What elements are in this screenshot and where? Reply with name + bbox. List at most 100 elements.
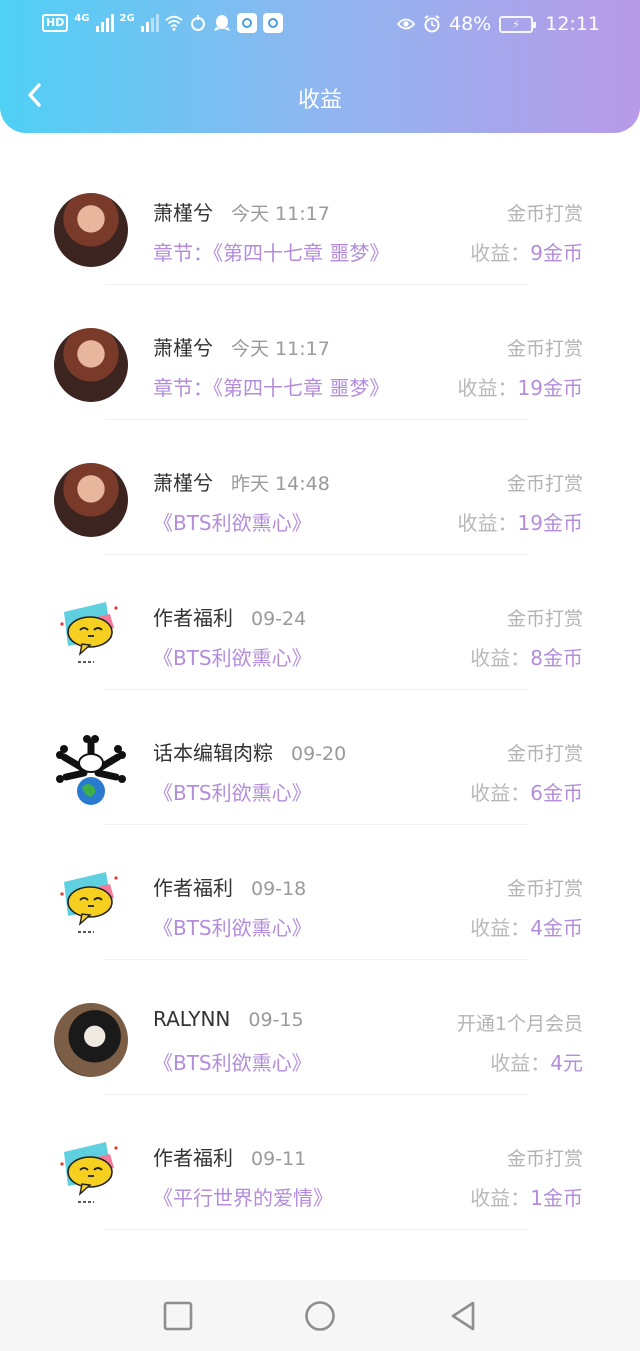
item-header: 萧槿兮 昨天 14:48 — [153, 467, 330, 496]
earnings-list: 萧槿兮 今天 11:17 金币打赏 章节：《第四十七章 噩梦》 收益：9金币 萧… — [0, 150, 640, 1230]
sync-icon — [189, 14, 207, 32]
list-item[interactable]: 作者福利 09-24 金币打赏 《BTS利欲熏心》 收益：8金币 — [0, 555, 640, 690]
signal-icon — [95, 14, 114, 32]
page-title: 收益 — [297, 88, 342, 113]
user-name: 话本编辑肉粽 — [153, 741, 273, 765]
status-left: HD 4G 2G — [42, 13, 283, 33]
earning-type: 金币打赏 — [506, 203, 583, 225]
user-name: 作者福利 — [153, 606, 233, 630]
user-name: 作者福利 — [153, 876, 233, 900]
user-name: 萧槿兮 — [153, 471, 213, 495]
item-header: 作者福利 09-24 — [153, 602, 306, 631]
book-title: 《BTS利欲熏心》 — [153, 781, 312, 805]
list-item[interactable]: 萧槿兮 今天 11:17 金币打赏 章节：《第四十七章 噩梦》 收益：19金币 — [0, 285, 640, 420]
network-4g-label: 4G — [74, 13, 90, 24]
item-time: 09-20 — [291, 743, 347, 765]
item-time: 今天 11:17 — [231, 203, 330, 225]
item-header: 作者福利 09-11 — [153, 1142, 306, 1171]
status-right: 48% ⚡ 12:11 — [397, 13, 600, 35]
earning-label: 收益： — [470, 241, 531, 265]
user-name: 萧槿兮 — [153, 201, 213, 225]
clock: 12:11 — [545, 13, 600, 35]
earning-amount: 收益：4金币 — [470, 912, 583, 941]
item-time: 09-18 — [251, 878, 307, 900]
earning-label: 收益： — [457, 511, 518, 535]
earning-value: 19金币 — [517, 511, 583, 535]
avatar — [54, 1138, 128, 1212]
earning-label: 收益： — [470, 781, 531, 805]
book-title: 《BTS利欲熏心》 — [153, 916, 312, 940]
earning-value: 9金币 — [530, 241, 583, 265]
chat-bubble-sticker-icon — [60, 1142, 118, 1203]
earning-label: 收益： — [457, 376, 518, 400]
earning-value: 1金币 — [530, 1186, 583, 1210]
book-title: 《BTS利欲熏心》 — [153, 1051, 312, 1075]
list-item[interactable]: 话本编辑肉粽 09-20 金币打赏 《BTS利欲熏心》 收益：6金币 — [0, 690, 640, 825]
book-title: 章节：《第四十七章 噩梦》 — [153, 376, 390, 400]
recent-apps-icon — [163, 1301, 193, 1331]
earning-type: 金币打赏 — [506, 473, 583, 495]
hd-badge: HD — [42, 14, 69, 32]
earning-value: 6金币 — [530, 781, 583, 805]
earning-type: 金币打赏 — [506, 1148, 583, 1170]
earning-type: 金币打赏 — [506, 878, 583, 900]
list-item[interactable]: 萧槿兮 昨天 14:48 金币打赏 《BTS利欲熏心》 收益：19金币 — [0, 420, 640, 555]
earning-amount: 收益：6金币 — [470, 777, 583, 806]
item-time: 09-24 — [251, 608, 307, 630]
eye-icon — [397, 15, 415, 33]
earning-label: 收益： — [470, 646, 531, 670]
divider — [105, 1229, 528, 1230]
item-header: 话本编辑肉粽 09-20 — [153, 737, 346, 766]
home-icon — [305, 1301, 335, 1331]
chat-bubble-sticker-icon — [60, 602, 118, 663]
chat-bubble-sticker-icon — [60, 872, 118, 933]
earning-type: 金币打赏 — [506, 338, 583, 360]
earning-value: 4元 — [550, 1051, 583, 1075]
item-header: 萧槿兮 今天 11:17 — [153, 197, 330, 226]
user-name: 萧槿兮 — [153, 336, 213, 360]
item-header: 萧槿兮 今天 11:17 — [153, 332, 330, 361]
book-title: 《平行世界的爱情》 — [153, 1186, 333, 1210]
battery-percent: 48% — [449, 13, 492, 35]
earning-label: 收益： — [470, 916, 531, 940]
list-item[interactable]: 作者福利 09-11 金币打赏 《平行世界的爱情》 收益：1金币 — [0, 1095, 640, 1230]
network-2g-label: 2G — [119, 13, 135, 24]
system-nav-bar — [0, 1280, 640, 1351]
earning-amount: 收益：19金币 — [458, 372, 583, 401]
earning-amount: 收益：1金币 — [470, 1182, 583, 1211]
home-button[interactable] — [304, 1300, 336, 1332]
system-back-button[interactable] — [448, 1300, 480, 1332]
item-header: 作者福利 09-18 — [153, 872, 306, 901]
avatar — [54, 1003, 128, 1077]
item-header: RALYNN 09-15 — [153, 1007, 304, 1031]
item-time: 昨天 14:48 — [231, 473, 330, 495]
user-name: RALYNN — [153, 1007, 231, 1031]
earning-value: 8金币 — [530, 646, 583, 670]
earning-type: 金币打赏 — [506, 743, 583, 765]
list-item[interactable]: 萧槿兮 今天 11:17 金币打赏 章节：《第四十七章 噩梦》 收益：9金币 — [0, 150, 640, 285]
music-app-icon — [236, 13, 257, 33]
avatar — [54, 733, 128, 807]
status-bar: HD 4G 2G 48% ⚡ 12:11 — [0, 0, 640, 52]
earning-amount: 收益：9金币 — [470, 237, 583, 266]
avatar — [54, 598, 128, 672]
earning-label: 收益： — [470, 1186, 531, 1210]
user-name: 作者福利 — [153, 1146, 233, 1170]
earning-amount: 收益：19金币 — [458, 507, 583, 536]
item-time: 09-15 — [248, 1009, 304, 1031]
list-item[interactable]: RALYNN 09-15 开通1个月会员 《BTS利欲熏心》 收益：4元 — [0, 960, 640, 1095]
item-time: 今天 11:17 — [231, 338, 330, 360]
browser-app-icon — [262, 13, 283, 33]
earning-value: 4金币 — [530, 916, 583, 940]
alarm-icon — [423, 15, 441, 33]
earning-type: 金币打赏 — [506, 608, 583, 630]
list-item[interactable]: 作者福利 09-18 金币打赏 《BTS利欲熏心》 收益：4金币 — [0, 825, 640, 960]
book-title: 《BTS利欲熏心》 — [153, 646, 312, 670]
earning-label: 收益： — [490, 1051, 551, 1075]
header-bar: HD 4G 2G 48% ⚡ 12:11 收益 — [0, 0, 640, 133]
avatar — [54, 868, 128, 942]
avatar — [54, 328, 128, 402]
back-icon — [451, 1301, 475, 1331]
recent-apps-button[interactable] — [162, 1300, 194, 1332]
book-title: 《BTS利欲熏心》 — [153, 511, 312, 535]
